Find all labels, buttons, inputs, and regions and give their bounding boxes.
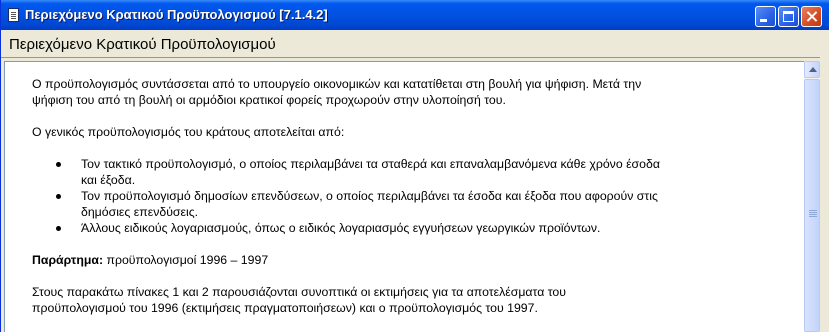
appendix-text: προϋπολογισμοί 1996 – 1997 (103, 253, 269, 267)
list-item-text: και έξοδα. (81, 173, 136, 187)
minimize-button[interactable] (755, 6, 776, 27)
intro-paragraph: Ο προϋπολογισμός συντάσσεται από το υπου… (32, 76, 792, 108)
tables-line-2: προϋπολογισμού του 1996 (εκτιμήσεις πραγ… (32, 301, 538, 315)
composition-paragraph: Ο γενικός προϋπολογισμός του κράτους απο… (32, 125, 345, 139)
page-title: Περιεχόμενο Κρατικού Προϋπολογισμού (9, 36, 276, 53)
app-window: Περιεχόμενο Κρατικού Προϋπολογισμού [7.1… (0, 0, 829, 332)
page-header: Περιεχόμενο Κρατικού Προϋπολογισμού (1, 30, 828, 58)
scroll-thumb[interactable] (804, 79, 820, 332)
tables-line-1: Στους παρακάτω πίνακες 1 και 2 παρουσιάζ… (32, 285, 566, 299)
list-item: Τον τακτικό προϋπολογισμό, ο οποίος περι… (32, 156, 792, 188)
list-item: Τον προϋπολογισμό δημοσίων επενδύσεων, ο… (32, 188, 792, 220)
close-button[interactable] (801, 6, 822, 27)
intro-line-2: ψήφιση του από τη βουλή οι αρμόδιοι κρατ… (32, 93, 506, 107)
grip-icon (809, 210, 817, 211)
window-title: Περιεχόμενο Κρατικού Προϋπολογισμού [7.1… (25, 7, 328, 22)
tables-paragraph: Στους παρακάτω πίνακες 1 και 2 παρουσιάζ… (32, 284, 792, 316)
list-item-text: Τον προϋπολογισμό δημοσίων επενδύσεων, ο… (81, 189, 658, 203)
window-frame-right (820, 30, 829, 332)
intro-line-1: Ο προϋπολογισμός συντάσσεται από το υπου… (32, 77, 642, 91)
maximize-button[interactable] (778, 6, 799, 27)
title-bar[interactable]: Περιεχόμενο Κρατικού Προϋπολογισμού [7.1… (1, 0, 829, 30)
list-item-text: Τον τακτικό προϋπολογισμό, ο οποίος περι… (81, 157, 660, 171)
content-text: Ο προϋπολογισμός συντάσσεται από το υπου… (32, 76, 792, 332)
budget-components-list: Τον τακτικό προϋπολογισμό, ο οποίος περι… (32, 156, 792, 236)
list-item: Άλλους ειδικούς λογαριασμούς, όπως ο ειδ… (32, 220, 792, 236)
scroll-up-arrow-icon[interactable] (804, 61, 820, 78)
appendix-label: Παράρτημα: (32, 253, 104, 267)
vertical-scrollbar[interactable] (804, 61, 820, 332)
header-divider (1, 57, 828, 58)
appendix-paragraph: Παράρτημα: προϋπολογισμοί 1996 – 1997 (32, 252, 792, 268)
list-item-text: Άλλους ειδικούς λογαριασμούς, όπως ο ειδ… (81, 221, 601, 235)
document-icon (8, 8, 19, 22)
content-pane: Ο προϋπολογισμός συντάσσεται από το υπου… (4, 61, 804, 332)
list-item-text: δημόσιες επενδύσεις. (81, 205, 199, 219)
